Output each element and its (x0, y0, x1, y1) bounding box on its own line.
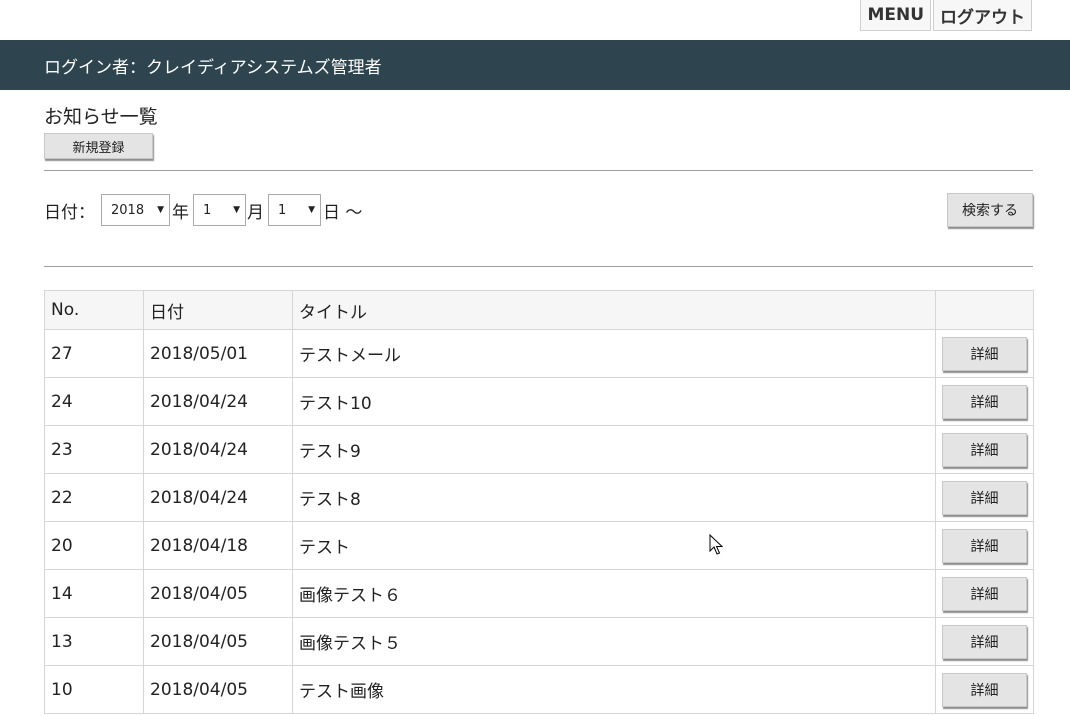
year-select-value: 2018 (111, 202, 145, 218)
search-button[interactable]: 検索する (947, 193, 1033, 227)
row-title: テスト9 (292, 425, 936, 474)
row-no: 10 (44, 665, 144, 714)
row-action-cell: 詳細 (935, 569, 1034, 618)
divider-bottom (44, 266, 1033, 267)
table-row: 20 2018/04/18 テスト 詳細 (44, 521, 1034, 570)
row-date: 2018/04/24 (143, 377, 293, 426)
header-title: タイトル (292, 290, 936, 330)
header-bar: ログイン者：クレイディアシステムズ管理者 (0, 40, 1070, 90)
row-action-cell: 詳細 (935, 329, 1034, 378)
row-action-cell: 詳細 (935, 377, 1034, 426)
row-action-cell: 詳細 (935, 473, 1034, 522)
header-action (935, 290, 1034, 330)
row-title: テストメール (292, 329, 936, 378)
row-date: 2018/04/05 (143, 665, 293, 714)
year-select[interactable]: 2018 ▼ (101, 194, 170, 226)
month-select-value: 1 (203, 202, 212, 218)
menu-button[interactable]: MENU (860, 0, 931, 31)
month-select[interactable]: 1 ▼ (193, 194, 246, 226)
logout-button[interactable]: ログアウト (933, 0, 1032, 31)
detail-button[interactable]: 詳細 (942, 384, 1027, 419)
table-row: 13 2018/04/05 画像テスト５ 詳細 (44, 617, 1034, 666)
chevron-down-icon: ▼ (233, 205, 240, 215)
detail-button[interactable]: 詳細 (942, 480, 1027, 515)
row-date: 2018/04/05 (143, 569, 293, 618)
detail-button[interactable]: 詳細 (942, 432, 1027, 467)
month-unit: 月 (247, 202, 264, 223)
table-row: 23 2018/04/24 テスト9 詳細 (44, 425, 1034, 474)
row-title: 画像テスト６ (292, 569, 936, 618)
detail-button[interactable]: 詳細 (942, 576, 1027, 611)
detail-button[interactable]: 詳細 (942, 624, 1027, 659)
page-title: お知らせ一覧 (44, 106, 158, 128)
row-action-cell: 詳細 (935, 521, 1034, 570)
mouse-pointer-icon (709, 534, 723, 555)
detail-button[interactable]: 詳細 (942, 672, 1027, 707)
year-unit: 年 (172, 202, 189, 223)
row-title: テスト (292, 521, 936, 570)
date-label: 日付： (44, 202, 95, 223)
table-row: 10 2018/04/05 テスト画像 詳細 (44, 665, 1034, 714)
day-select[interactable]: 1 ▼ (268, 194, 321, 226)
login-user-text: ログイン者：クレイディアシステムズ管理者 (44, 57, 382, 78)
table-row: 14 2018/04/05 画像テスト６ 詳細 (44, 569, 1034, 618)
chevron-down-icon: ▼ (308, 205, 315, 215)
row-no: 20 (44, 521, 144, 570)
row-action-cell: 詳細 (935, 665, 1034, 714)
header-date: 日付 (143, 290, 293, 330)
notice-table: No. 日付 タイトル 27 2018/05/01 テストメール 詳細 24 2… (44, 290, 1034, 714)
detail-button[interactable]: 詳細 (942, 336, 1027, 371)
row-date: 2018/04/05 (143, 617, 293, 666)
row-action-cell: 詳細 (935, 425, 1034, 474)
chevron-down-icon: ▼ (157, 205, 164, 215)
row-title: テスト8 (292, 473, 936, 522)
row-no: 14 (44, 569, 144, 618)
table-row: 22 2018/04/24 テスト8 詳細 (44, 473, 1034, 522)
table-row: 27 2018/05/01 テストメール 詳細 (44, 329, 1034, 378)
row-title: テスト画像 (292, 665, 936, 714)
row-action-cell: 詳細 (935, 617, 1034, 666)
table-row: 24 2018/04/24 テスト10 詳細 (44, 377, 1034, 426)
date-search-row: 日付： 2018 ▼ 年 1 ▼ 月 1 ▼ 日 ～ (44, 194, 362, 226)
top-nav: MENU ログアウト (860, 0, 1032, 31)
row-date: 2018/05/01 (143, 329, 293, 378)
row-date: 2018/04/18 (143, 521, 293, 570)
row-no: 27 (44, 329, 144, 378)
row-no: 13 (44, 617, 144, 666)
row-no: 24 (44, 377, 144, 426)
row-date: 2018/04/24 (143, 473, 293, 522)
divider-top (44, 170, 1033, 171)
new-register-button[interactable]: 新規登録 (44, 133, 153, 159)
row-title: テスト10 (292, 377, 936, 426)
detail-button[interactable]: 詳細 (942, 528, 1027, 563)
row-date: 2018/04/24 (143, 425, 293, 474)
row-no: 22 (44, 473, 144, 522)
row-title: 画像テスト５ (292, 617, 936, 666)
day-select-value: 1 (278, 202, 287, 218)
header-no: No. (44, 290, 144, 330)
table-header-row: No. 日付 タイトル (44, 290, 1034, 330)
day-unit: 日 ～ (323, 202, 363, 223)
row-no: 23 (44, 425, 144, 474)
